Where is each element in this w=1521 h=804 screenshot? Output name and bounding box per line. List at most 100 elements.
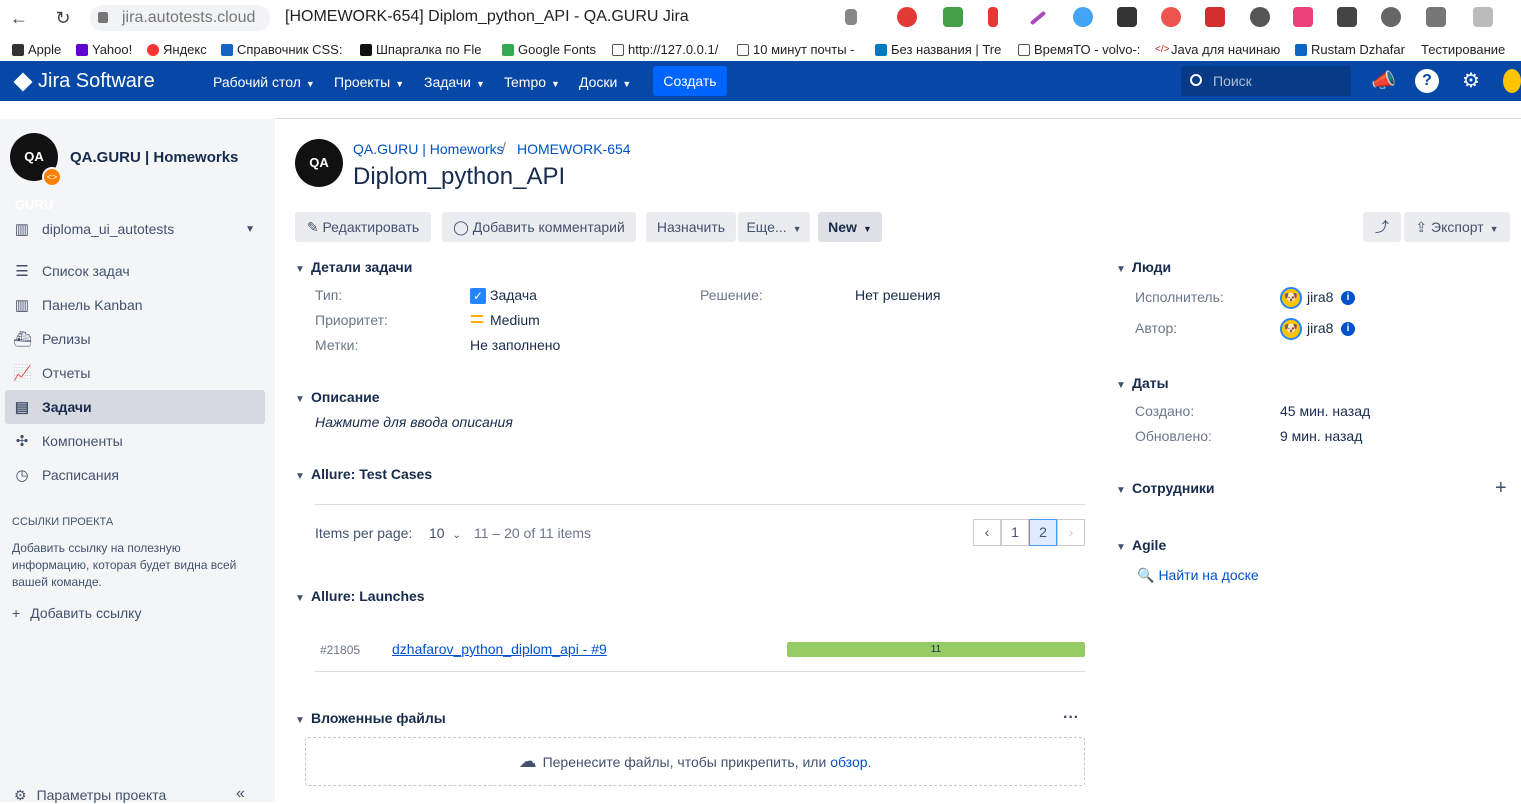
bookmark-item[interactable]: </> Java для начинаю (1155, 42, 1280, 57)
chevron-down-icon: ▼ (1116, 542, 1126, 553)
chevron-down-icon: ▼ (245, 223, 255, 235)
back-icon[interactable]: ← (8, 7, 30, 29)
sidebar-item-backlog[interactable]: ☰ Список задач (5, 254, 265, 288)
people-heading[interactable]: ▼ Люди (1116, 259, 1171, 275)
details-heading[interactable]: ▼ Детали задачи (295, 259, 412, 275)
next-page-button[interactable]: › (1057, 519, 1085, 546)
extension-v-icon[interactable] (1381, 7, 1401, 27)
selenium-ide-icon[interactable] (1337, 7, 1357, 27)
edit-button[interactable]: ✎ Редактировать (295, 212, 431, 242)
info-icon[interactable]: i (1341, 291, 1355, 305)
bookmark-item[interactable]: Google Fonts (502, 42, 596, 57)
sidebar-item-kanban[interactable]: ▥ Панель Kanban (5, 288, 265, 322)
search-input[interactable]: Поиск (1181, 66, 1351, 96)
dates-heading[interactable]: ▼ Даты (1116, 375, 1169, 391)
help-icon[interactable]: ? (1415, 69, 1439, 93)
page-2-button[interactable]: 2 (1029, 519, 1057, 546)
attachment-dropzone[interactable]: ☁ Перенесите файлы, чтобы прикрепить, или… (305, 737, 1085, 786)
bookmark-item[interactable]: Шпаргалка по Fle (360, 42, 481, 57)
agile-heading[interactable]: ▼ Agile (1116, 537, 1166, 553)
create-button[interactable]: Создать (653, 66, 727, 96)
status-button[interactable]: New ▼ (818, 212, 882, 242)
add-comment-button[interactable]: ◯ Добавить комментарий (442, 212, 636, 242)
bookmark-item[interactable]: Yahoo! (76, 42, 132, 57)
project-settings-link[interactable]: ⚙ Параметры проекта (14, 787, 166, 804)
bookmark-item[interactable]: Rustam Dzhafar (1295, 42, 1405, 57)
launch-link[interactable]: dzhafarov_python_diplom_api - #9 (392, 641, 607, 657)
extension-circle-icon[interactable] (1250, 7, 1270, 27)
add-link-button[interactable]: + Добавить ссылку (12, 605, 141, 621)
extension-shield-red-icon[interactable] (1205, 7, 1225, 27)
nav-dashboards[interactable]: Рабочий стол ▼ (213, 74, 315, 90)
issues-icon: ▤ (14, 399, 30, 416)
sidebar-item-schedules[interactable]: ◷ Расписания (5, 458, 265, 492)
board-selector[interactable]: ▥ diploma_ui_autotests ▼ (5, 212, 265, 246)
address-bar[interactable]: jira.autotests.cloud (90, 5, 270, 31)
reporter-name[interactable]: jira8 (1307, 320, 1333, 336)
breadcrumb-project[interactable]: QA.GURU | Homeworks (353, 141, 504, 157)
bookmark-item[interactable]: Справочник CSS: (221, 42, 342, 57)
nav-boards[interactable]: Доски ▼ (579, 74, 631, 90)
assign-button[interactable]: Назначить (646, 212, 736, 242)
profile-icon[interactable] (1473, 7, 1493, 27)
bookmark-icon[interactable] (845, 9, 857, 25)
extension-icon[interactable] (897, 7, 917, 27)
prev-page-button[interactable]: ‹ (973, 519, 1001, 546)
jira-logo[interactable]: Jira Software (13, 70, 155, 93)
megaphone-icon[interactable]: 📣 (1371, 69, 1396, 93)
browser-chrome: ← ↻ jira.autotests.cloud [HOMEWORK-654] … (0, 0, 1521, 61)
reload-icon[interactable]: ↻ (52, 7, 74, 29)
extension-shield-icon[interactable] (943, 7, 963, 27)
collapse-sidebar-icon[interactable]: « (236, 785, 245, 803)
chevron-down-icon: ▼ (295, 471, 305, 482)
extension-pen-icon[interactable] (1029, 10, 1047, 26)
description-field[interactable]: Нажмите для ввода описания (315, 414, 513, 430)
sidebar-item-reports[interactable]: 📈 Отчеты (5, 356, 265, 390)
add-staff-icon[interactable]: + (1495, 477, 1507, 500)
project-avatar: QA GURU (295, 139, 343, 218)
info-icon[interactable]: i (1341, 322, 1355, 336)
nav-issues[interactable]: Задачи ▼ (424, 74, 485, 90)
attachments-heading[interactable]: ▼ Вложенные файлы (295, 710, 446, 726)
more-button[interactable]: Еще... ▼ (738, 212, 810, 242)
bookmark-item[interactable]: Apple (12, 42, 61, 57)
assignee-name[interactable]: jira8 (1307, 289, 1333, 305)
bookmark-item[interactable]: Без названия | Tre (875, 42, 1001, 57)
project-name[interactable]: QA.GURU | Homeworks (70, 149, 238, 166)
extension-gradient-icon[interactable] (1293, 7, 1313, 27)
gear-icon[interactable]: ⚙ (1459, 69, 1483, 93)
share-icon[interactable]: ⤴ (1363, 212, 1401, 242)
more-options-icon[interactable]: ··· (1063, 709, 1079, 727)
user-avatar[interactable] (1503, 69, 1521, 93)
sidebar-item-releases[interactable]: ⛴ Релизы (5, 322, 265, 356)
labels-value[interactable]: Не заполнено (470, 337, 560, 353)
bookmark-item[interactable]: http://127.0.0.1/ (612, 42, 718, 57)
page-1-button[interactable]: 1 (1001, 519, 1029, 546)
selenium-icon[interactable] (1117, 7, 1137, 27)
find-on-board-link[interactable]: 🔍 Найти на доске (1137, 567, 1259, 584)
extension-dots-icon[interactable] (1073, 7, 1093, 27)
nav-tempo[interactable]: Tempo ▼ (504, 74, 560, 90)
priority-value: Medium (490, 312, 540, 328)
bookmark-item[interactable]: Тестирование (1421, 42, 1505, 57)
bookmark-item[interactable]: 10 минут почты - (737, 42, 855, 57)
launches-heading[interactable]: ▼ Allure: Launches (295, 588, 425, 604)
issue-summary[interactable]: Diplom_python_API (353, 163, 565, 191)
breadcrumb-issue-key[interactable]: HOMEWORK-654 (517, 141, 631, 157)
extension-key-icon[interactable] (988, 7, 998, 27)
export-button[interactable]: ⇪ Экспорт ▼ (1404, 212, 1510, 242)
sidebar-item-components[interactable]: ✣ Компоненты (5, 424, 265, 458)
jira-logo-icon (13, 71, 33, 92)
sidebar-item-issues[interactable]: ▤ Задачи (5, 390, 265, 424)
bookmark-item[interactable]: ВремяТО - volvo-: (1018, 42, 1140, 57)
test-cases-heading[interactable]: ▼ Allure: Test Cases (295, 466, 432, 482)
reporter-label: Автор: (1135, 320, 1178, 336)
browse-link[interactable]: обзор (830, 754, 867, 770)
bookmark-item[interactable]: Яндекс (147, 42, 207, 57)
staff-heading[interactable]: ▼ Сотрудники (1116, 480, 1215, 496)
extension-puzzle-icon[interactable] (1426, 7, 1446, 27)
nav-projects[interactable]: Проекты ▼ (334, 74, 404, 90)
extension-record-icon[interactable] (1161, 7, 1181, 27)
description-heading[interactable]: ▼ Описание (295, 389, 380, 405)
items-per-page-select[interactable]: 10 ⌄ (429, 525, 461, 541)
